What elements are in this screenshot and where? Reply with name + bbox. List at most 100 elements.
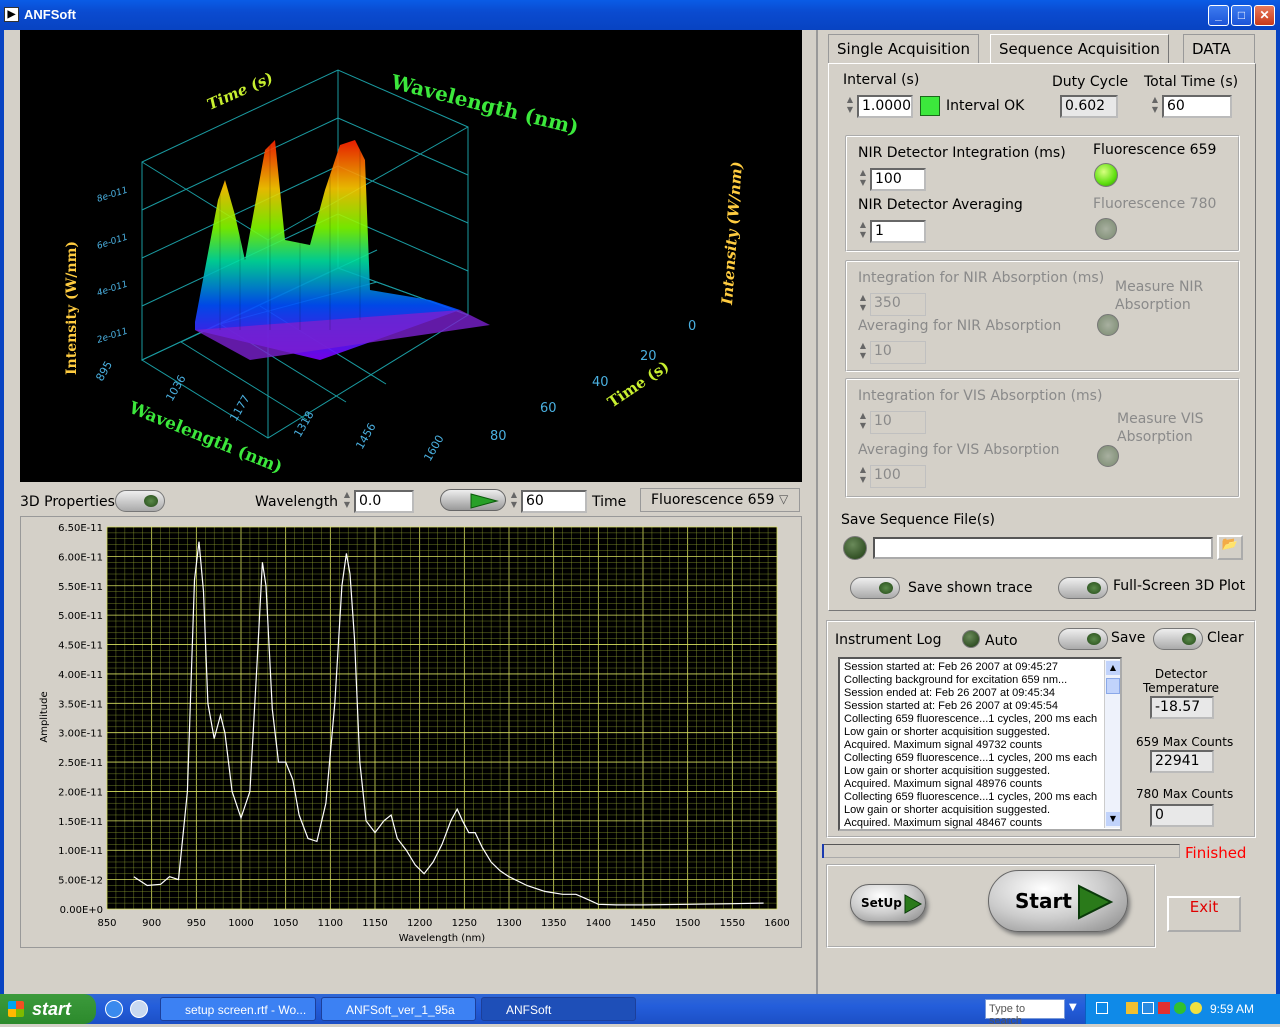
save-files-led[interactable] [843,536,867,560]
wavelength-input[interactable]: 0.0 [354,490,414,513]
total-time-label: Total Time (s) [1144,74,1239,90]
measure-vis-led[interactable] [1097,445,1119,467]
x-tick-label: 1000 [228,918,253,929]
detector-temp-label: Detector Temperature [1142,667,1219,695]
tab-sequence-acquisition[interactable]: Sequence Acquisition [990,34,1169,64]
desktop-icon[interactable] [130,1000,148,1018]
start-button-label: Start [1015,889,1072,913]
log-line: Low gain or shorter acquisition suggeste… [844,804,1051,816]
folder-browse-icon[interactable]: 📂 [1217,535,1243,560]
maximize-button[interactable]: □ [1231,5,1252,26]
y-tick-label: 4.00E-11 [58,670,103,681]
log-line: Low gain or shorter acquisition suggeste… [844,765,1051,777]
nir-integration-input[interactable]: 100 [870,168,926,191]
nir-abs-averaging-spinner: ▲ ▼ [859,341,867,360]
taskbar: start setup screen.rtf - Wo... ANFSoft_v… [0,994,1280,1027]
close-button[interactable]: ✕ [1254,5,1275,26]
scroll-thumb[interactable] [1106,678,1120,694]
start-play-icon [1078,884,1114,920]
y-tick-label: 5.50E-11 [58,582,103,593]
tray-icon[interactable] [1142,1002,1154,1014]
z-tick: 4e-011 [96,280,129,299]
taskbar-item-setup-screen[interactable]: setup screen.rtf - Wo... [160,997,316,1021]
taskbar-item-anfsoft[interactable]: ANFSoft [481,997,636,1021]
channel-select-value: Fluorescence 659 [651,492,775,508]
wavelength-spinner[interactable]: ▲ ▼ [342,490,352,513]
play-toggle[interactable] [440,489,506,511]
time-input[interactable]: 60 [521,490,587,513]
save-trace-label: Save shown trace [908,580,1033,596]
interval-input[interactable]: 1.0000 [857,95,913,118]
setup-button[interactable]: SetUp [850,884,926,922]
y-tick-labels: 6.50E-11 6.00E-11 5.50E-11 5.00E-11 4.50E-11… [58,523,103,916]
exit-button[interactable]: Exit [1167,896,1241,932]
log-line: Acquired. Maximum signal 49732 counts [844,739,1043,751]
surface-3d-svg: Wavelength (nm) Time (s) Intensity (W/nm… [64,69,746,478]
time-tick: 40 [592,375,609,390]
y-tick-label: 1.50E-11 [58,817,103,828]
search-dropdown-icon[interactable]: ▼ [1069,1002,1077,1013]
tab-single-acquisition[interactable]: Single Acquisition [828,34,980,64]
tray-icon[interactable] [1174,1002,1186,1014]
log-save-toggle[interactable] [1058,628,1108,650]
log-line: Session started at: Feb 26 2007 at 09:45… [844,700,1059,712]
scroll-up-icon[interactable]: ▲ [1106,661,1120,675]
progress-bar [822,844,1180,858]
tray-icon[interactable] [1126,1002,1138,1014]
x-tick-label: 1300 [496,918,521,929]
log-clear-toggle[interactable] [1153,628,1203,650]
x-tick-label: 950 [187,918,206,929]
interval-spinner[interactable]: ▲ ▼ [845,95,855,118]
windows-logo-icon [8,1001,24,1017]
fluorescence-780-led[interactable] [1095,218,1117,240]
surface-3d-plot[interactable]: Wavelength (nm) Time (s) Intensity (W/nm… [20,30,802,482]
wavelength-label: Wavelength [255,494,339,510]
start-button[interactable]: Start [988,870,1128,932]
interval-ok-indicator [920,96,940,116]
x-axis-label: Wavelength (nm) [399,933,485,944]
save-path-input[interactable] [873,537,1213,559]
nir-abs-integration-label: Integration for NIR Absorption (ms) [858,270,1105,286]
clock: 9:59 AM [1210,1002,1255,1016]
surface-mesh [195,140,490,360]
log-scrollbar[interactable]: ▲ ▼ [1104,660,1120,828]
search-input[interactable]: Type to search [985,999,1065,1027]
log-save-label: Save [1111,630,1146,646]
x-tick-label: 1250 [452,918,477,929]
nir-averaging-input[interactable]: 1 [870,220,926,243]
save-trace-toggle[interactable] [850,577,900,599]
interval-ok-label: Interval OK [946,98,1025,114]
measure-nir-led[interactable] [1097,314,1119,336]
time-spinner[interactable]: ▲ ▼ [509,490,519,513]
channel-select[interactable]: Fluorescence 659 ▽ [640,488,800,512]
tab-data[interactable]: DATA [1183,34,1255,64]
time-axis-label-top: Time (s) [204,69,275,114]
fluorescence-659-led[interactable] [1094,163,1118,187]
start-menu-button[interactable]: start [0,994,96,1024]
spectrum-chart[interactable]: 6.50E-11 6.00E-11 5.50E-11 5.00E-11 4.50E-11… [21,517,803,949]
total-time-spinner[interactable]: ▲ ▼ [1150,95,1160,118]
3d-properties-toggle[interactable] [115,490,165,512]
minimize-button[interactable]: _ [1208,5,1229,26]
z-tick: 2e-011 [96,327,129,346]
x-tick-label: 1150 [362,918,387,929]
fullscreen-3d-toggle[interactable] [1058,577,1108,599]
taskbar-item-anfsoft-folder[interactable]: ANFSoft_ver_1_95a [321,997,476,1021]
auto-led[interactable] [962,630,980,648]
nir-integration-label: NIR Detector Integration (ms) [858,145,1066,161]
time-tick: 0 [688,319,696,334]
total-time-input[interactable]: 60 [1162,95,1232,118]
duty-cycle-value: 0.602 [1060,95,1118,118]
nir-integration-spinner[interactable]: ▲ ▼ [858,168,868,191]
log-line: Collecting 659 fluorescence...1 cycles, … [844,752,1098,764]
log-text-area[interactable]: Session started at: Feb 26 2007 at 09:45… [838,657,1122,831]
nir-averaging-spinner[interactable]: ▲ ▼ [858,220,868,243]
log-line: Low gain or shorter acquisition suggeste… [844,726,1051,738]
tray-icon[interactable] [1158,1002,1170,1014]
tray-icon[interactable] [1096,1002,1108,1014]
log-clear-label: Clear [1207,630,1244,646]
ie-icon[interactable] [105,1000,123,1018]
tray-icon[interactable] [1190,1002,1202,1014]
x-tick-label: 1350 [541,918,566,929]
scroll-down-icon[interactable]: ▼ [1106,812,1120,826]
